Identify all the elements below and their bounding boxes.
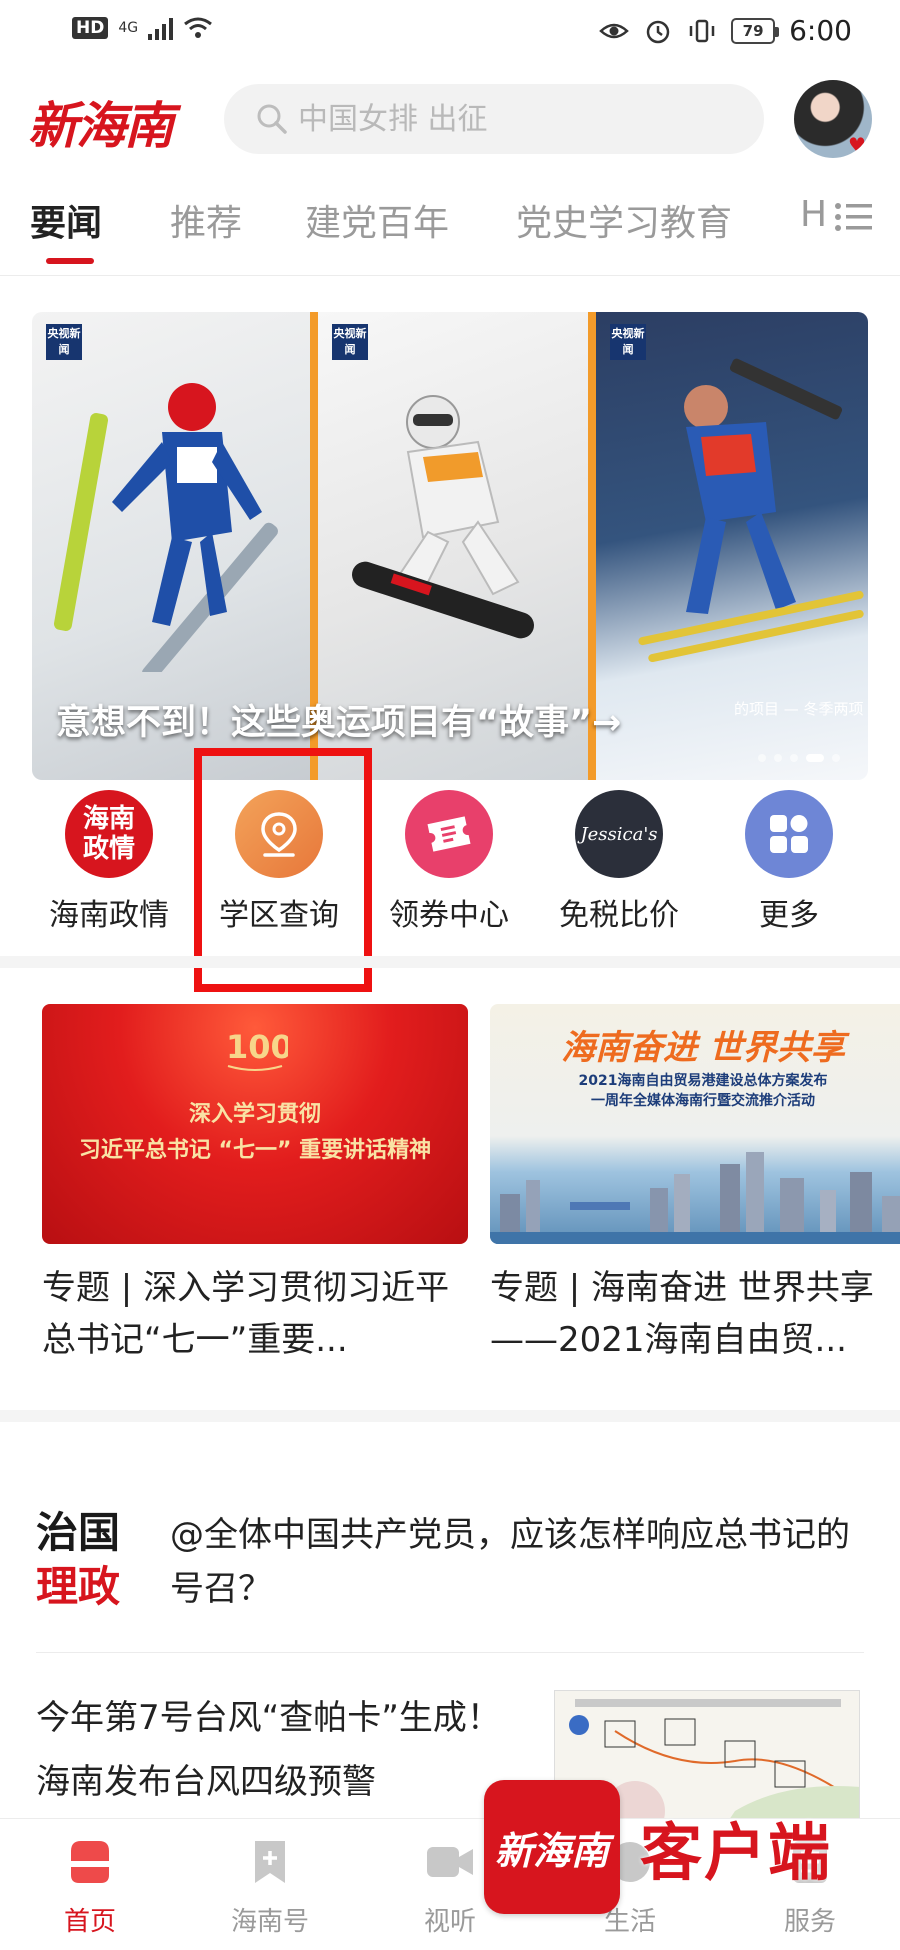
card-image: 100 深入学习贯彻 习近平总书记 “七一” 重要讲话精神 — [42, 1004, 468, 1244]
card-image-line2: 习近平总书记 “七一” 重要讲话精神 — [78, 1138, 432, 1163]
alarm-icon — [646, 20, 670, 43]
app-logo: 新海南 — [28, 96, 174, 155]
channel-tabs: 要闻 推荐 建党百年 党史学习教育 H — [0, 180, 900, 276]
signal-icon — [148, 16, 174, 40]
carousel-dots — [758, 754, 840, 762]
section-divider — [0, 956, 900, 968]
tab-yaowen[interactable]: 要闻 — [30, 194, 102, 246]
biathlete-illustration — [638, 358, 864, 663]
feature-card-qiyi[interactable]: 100 深入学习贯彻 习近平总书记 “七一” 重要讲话精神 专题 | 深入学习贯… — [42, 1004, 468, 1366]
eye-icon — [599, 23, 629, 38]
shortcut-label: 海南政情 — [49, 898, 169, 933]
news-item-title[interactable]: @全体中国共产党员，应该怎样响应总书记的号召？ — [170, 1508, 870, 1616]
vibrate-icon — [689, 19, 715, 42]
app-watermark: 新海南 客户端 — [484, 1780, 894, 1920]
home-icon — [71, 1841, 109, 1883]
video-camera-icon — [427, 1847, 473, 1877]
watermark-text: 客户端 — [640, 1816, 833, 1889]
bookmark-plus-icon — [255, 1841, 285, 1883]
cctv-news-badge: 央视新闻 — [332, 324, 368, 360]
feature-card-hainan-fenjin[interactable]: 海南奋进 世界共享 2021海南自由贸易港建设总体方案发布 一周年全媒体海南行暨… — [490, 1004, 900, 1366]
banner-title: 意想不到！这些奥运项目有“故事”→ — [56, 703, 622, 743]
active-tab-indicator — [46, 258, 94, 264]
shortcut-label: 免税比价 — [559, 898, 679, 933]
section-divider — [0, 1410, 900, 1422]
card-title: 专题 | 海南奋进 世界共享——2021海南自由贸... — [490, 1268, 874, 1360]
wifi-icon — [184, 17, 213, 38]
city-skyline-illustration — [490, 1152, 900, 1244]
news-separator — [36, 1652, 864, 1653]
nav-home[interactable]: 首页 — [30, 1829, 150, 1938]
status-bar: HD 4G 79 6:00 — [0, 0, 900, 68]
banner-sub-caption: 的项目 — 冬季两项 — [734, 700, 864, 718]
tab-dangshi[interactable]: 党史学习教育 — [516, 194, 732, 246]
jessica-logo-icon: Jessica's — [575, 790, 663, 878]
status-time: 6:00 — [789, 14, 852, 47]
search-bar[interactable] — [224, 84, 764, 154]
user-avatar[interactable]: ♥ — [794, 80, 872, 158]
news-item-title[interactable]: 今年第7号台风“查帕卡”生成！海南发布台风四级预警 — [36, 1686, 516, 1814]
card-image-line2: 2021海南自由贸易港建设总体方案发布 — [578, 1073, 828, 1089]
hd-indicator: HD — [72, 17, 109, 39]
app-header: 新海南 ♥ — [0, 68, 900, 178]
channel-menu-icon[interactable] — [834, 200, 872, 234]
banner-carousel[interactable]: 央视新闻 央视新闻 央视新闻 意想不到！这些奥运项目有“故事”→ 的项目 — 冬… — [32, 312, 868, 780]
ticket-icon — [405, 790, 493, 878]
nav-label: 海南号 — [230, 1907, 309, 1937]
jessica-logo-text: Jessica's — [580, 823, 658, 845]
nav-hainanhao[interactable]: 海南号 — [210, 1829, 330, 1938]
zhiguo-lizheng-tag: 治国 理政 — [36, 1508, 121, 1611]
ski-jumper-illustration — [53, 383, 278, 672]
grid-more-icon — [745, 790, 833, 878]
shortcut-duty-free[interactable]: Jessica's 免税比价 — [544, 790, 694, 934]
nav-label: 首页 — [63, 1907, 116, 1937]
card-title: 专题 | 深入学习贯彻习近平总书记“七一”重要... — [42, 1268, 450, 1360]
shortcut-coupon-center[interactable]: 领券中心 — [374, 790, 524, 934]
shortcut-label: 更多 — [759, 898, 819, 933]
card-image-line3: 一周年全媒体海南行暨交流推介活动 — [591, 1093, 815, 1109]
search-input[interactable] — [298, 101, 718, 137]
search-icon — [257, 104, 287, 134]
tab-jiandang[interactable]: 建党百年 — [305, 194, 449, 246]
hainan-zhengqing-icon: 海南政情 — [65, 790, 153, 878]
shortcut-more[interactable]: 更多 — [714, 790, 864, 934]
watermark-logo-badge: 新海南 — [484, 1780, 620, 1914]
network-type: 4G — [118, 20, 139, 36]
snowboarder-illustration — [352, 395, 534, 639]
heart-icon: ♥ — [848, 133, 866, 157]
battery-indicator: 79 — [731, 17, 780, 44]
shortcut-label: 领券中心 — [389, 898, 509, 933]
card-image-line1: 海南奋进 世界共享 — [561, 1028, 845, 1068]
card-image-line1: 深入学习贯彻 — [188, 1102, 321, 1127]
tab-h[interactable]: H — [800, 194, 827, 235]
svg-text:100: 100 — [226, 1028, 288, 1066]
shortcut-hainan-zhengqing[interactable]: 海南政情 海南政情 — [34, 790, 184, 934]
centenary-emblem-icon: 100 — [226, 1028, 288, 1071]
card-image: 海南奋进 世界共享 2021海南自由贸易港建设总体方案发布 一周年全媒体海南行暨… — [490, 1004, 900, 1244]
hainan-zhengqing-icon-text: 海南政情 — [82, 804, 135, 864]
tab-tuijian[interactable]: 推荐 — [170, 194, 242, 246]
